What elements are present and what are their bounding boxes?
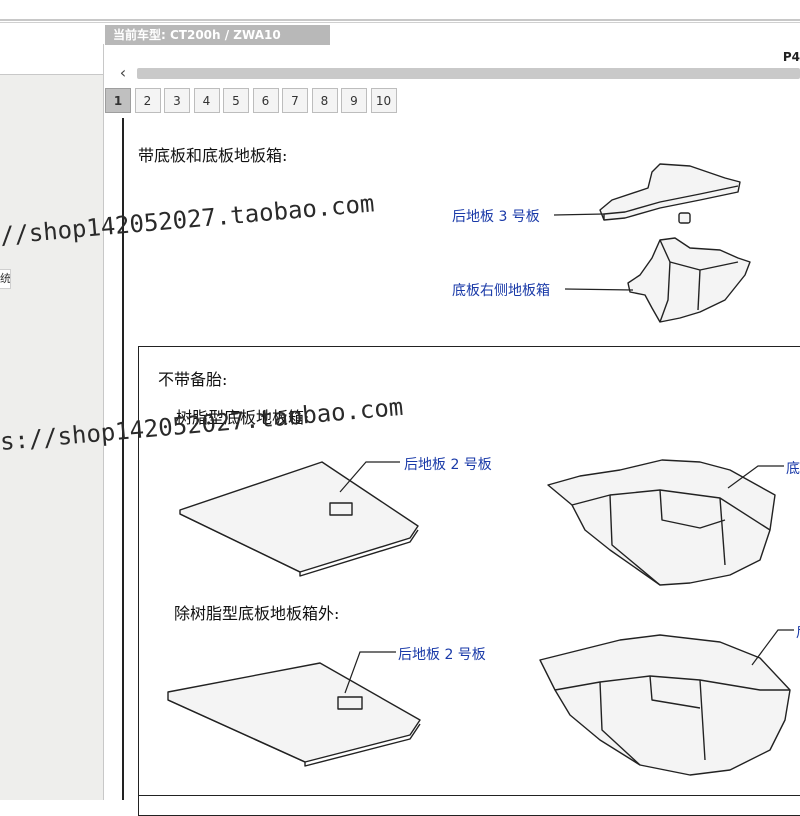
rear-floor-board-2-resin-part — [179, 461, 419, 573]
callout-rear-floor-board-2-resin: 后地板 2 号板 — [404, 457, 492, 473]
callout-partial-floor-box: 底 — [786, 461, 800, 477]
callout-rear-floor-board-2: 后地板 2 号板 — [398, 647, 486, 663]
callout-right-side-floor-box: 底板右侧地板箱 — [452, 283, 550, 299]
callout-rear-floor-board-3: 后地板 3 号板 — [452, 209, 540, 225]
non-resin-floor-box-part — [539, 634, 791, 776]
board-handle-b — [337, 696, 363, 710]
fastener-part — [678, 212, 691, 224]
right-side-floor-box-part — [627, 237, 751, 323]
board-handle-a — [329, 502, 353, 516]
rear-floor-board-3-part — [599, 163, 741, 221]
section-box-bottom-line — [138, 795, 800, 796]
callout-partial-rear: 后 — [796, 622, 800, 642]
rear-floor-board-2-part — [167, 662, 421, 763]
